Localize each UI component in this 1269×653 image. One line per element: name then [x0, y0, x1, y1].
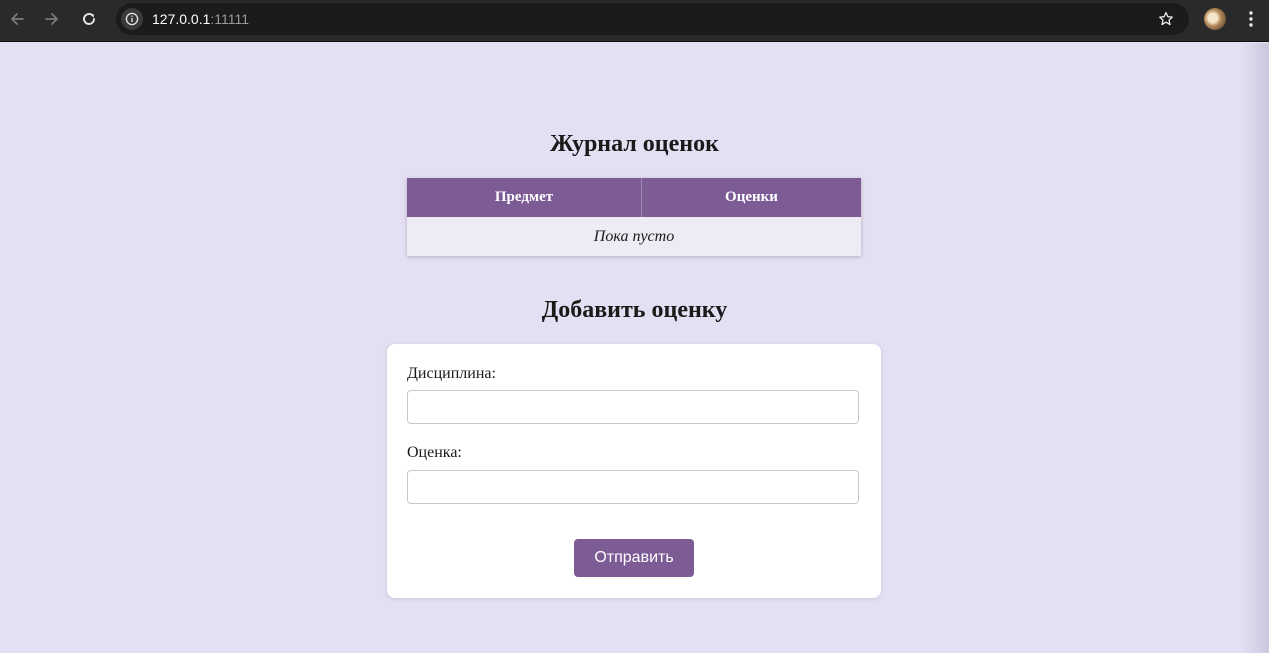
back-button[interactable] — [6, 8, 28, 30]
url-port: :11111 — [210, 11, 250, 27]
discipline-label: Дисциплина: — [407, 365, 496, 382]
address-bar[interactable]: 127.0.0.1:11111 — [116, 3, 1189, 35]
column-header-grades: Оценки — [641, 178, 861, 217]
url-text: 127.0.0.1:11111 — [152, 11, 249, 27]
arrow-right-icon — [45, 13, 58, 25]
site-info-button[interactable] — [121, 8, 143, 30]
add-grade-form: Дисциплина: Оценка: Отправить — [387, 344, 881, 598]
add-grade-title: Добавить оценку — [541, 297, 728, 323]
empty-table-message: Пока пусто — [407, 217, 861, 256]
journal-title: Журнал оценок — [550, 131, 719, 157]
submit-button[interactable]: Отправить — [574, 539, 694, 577]
arrow-left-icon — [11, 13, 24, 25]
avatar[interactable] — [1204, 8, 1226, 30]
discipline-input[interactable] — [407, 390, 859, 424]
forward-button[interactable] — [41, 8, 63, 30]
column-header-subject: Предмет — [407, 178, 642, 217]
url-host: 127.0.0.1 — [152, 11, 211, 27]
table-row: Пока пусто — [407, 217, 861, 256]
grades-table: Предмет Оценки Пока пусто — [407, 178, 861, 256]
star-icon — [1159, 11, 1173, 26]
browser-menu-button[interactable] — [1243, 9, 1259, 29]
reload-icon — [83, 13, 95, 25]
browser-toolbar: 127.0.0.1:11111 — [0, 0, 1269, 42]
bookmark-button[interactable] — [1157, 10, 1175, 28]
reload-button[interactable] — [78, 8, 100, 30]
info-icon — [125, 12, 139, 26]
grade-label: Оценка: — [407, 444, 462, 461]
kebab-menu-icon — [1249, 11, 1253, 27]
grade-input[interactable] — [407, 470, 859, 504]
table-header-row: Предмет Оценки — [407, 178, 861, 217]
